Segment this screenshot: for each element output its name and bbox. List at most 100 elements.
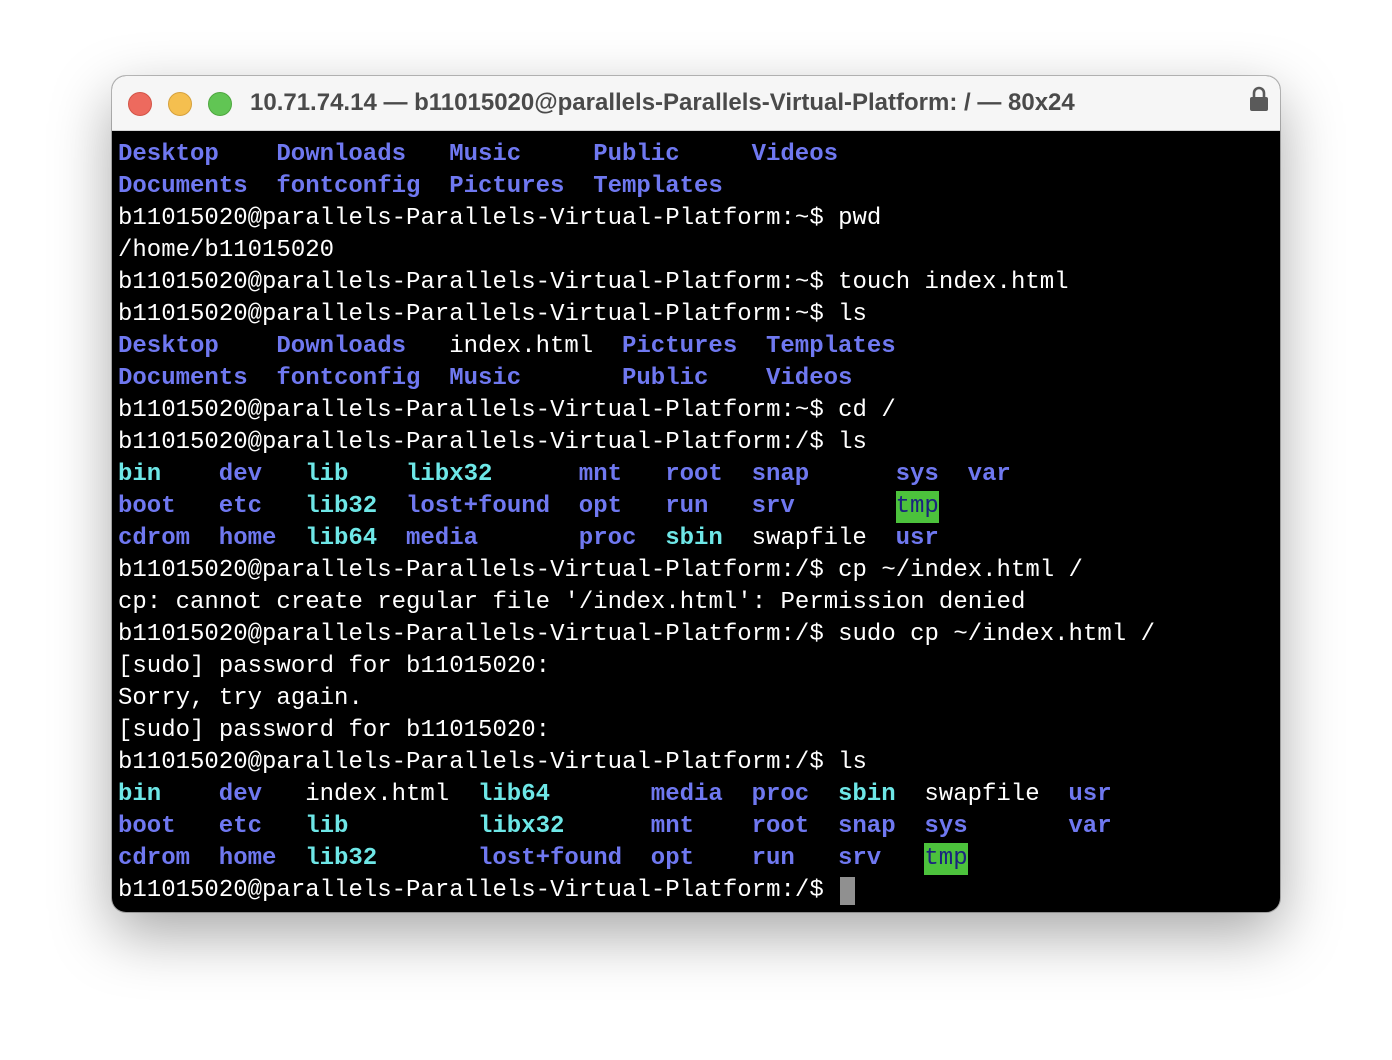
dir-entry: home: [218, 845, 277, 872]
dir-entry: boot: [118, 813, 176, 840]
dir-entry: snap: [751, 461, 810, 488]
dir-entry: sys: [924, 813, 968, 840]
dir-entry: Downloads: [276, 141, 407, 168]
dir-entry: Templates: [766, 333, 896, 360]
dir-entry: opt: [578, 493, 623, 520]
symlink-entry: lib: [305, 461, 349, 488]
dir-entry: media: [406, 525, 479, 552]
prompt-line: b11015020@parallels-Parallels-Virtual-Pl…: [118, 205, 882, 232]
dir-entry: boot: [118, 493, 176, 520]
dir-entry: Desktop: [118, 333, 219, 360]
shell-prompt: b11015020@parallels-Parallels-Virtual-Pl…: [118, 877, 839, 904]
symlink-entry: lib32: [305, 845, 378, 872]
dir-entry: Public: [593, 141, 680, 168]
dir-entry: dev: [218, 461, 263, 488]
current-prompt-line[interactable]: b11015020@parallels-Parallels-Virtual-Pl…: [118, 875, 1274, 907]
dir-entry: usr: [895, 525, 939, 552]
symlink-entry: bin: [118, 781, 162, 808]
sticky-dir-entry: tmp: [895, 491, 939, 523]
symlink-entry: bin: [118, 461, 162, 488]
prompt-line: b11015020@parallels-Parallels-Virtual-Pl…: [118, 301, 867, 328]
prompt-line: b11015020@parallels-Parallels-Virtual-Pl…: [118, 397, 896, 424]
symlink-entry: libx32: [406, 461, 493, 488]
dir-entry: Videos: [766, 365, 853, 392]
symlink-entry: sbin: [665, 525, 723, 552]
dir-entry: var: [967, 461, 1011, 488]
prompt-line: b11015020@parallels-Parallels-Virtual-Pl…: [118, 269, 1069, 296]
output-line: Sorry, try again.: [118, 685, 363, 712]
file-entry: index.html: [449, 333, 594, 360]
close-button[interactable]: [128, 92, 152, 116]
dir-entry: Videos: [751, 141, 839, 168]
dir-entry: dev: [218, 781, 263, 808]
symlink-entry: lib: [305, 813, 349, 840]
file-entry: swapfile: [751, 525, 867, 552]
output-line: cdrom home lib64 media proc sbin swapfil…: [118, 523, 1274, 555]
symlink-entry: lib64: [478, 781, 551, 808]
dir-entry: root: [665, 461, 723, 488]
terminal-window: 10.71.74.14 — b11015020@parallels-Parall…: [112, 76, 1280, 912]
output-line: bin dev lib libx32 mnt root snap sys var: [118, 459, 1274, 491]
output-line: Documents fontconfig Music Public Videos: [118, 363, 1274, 395]
prompt-line: b11015020@parallels-Parallels-Virtual-Pl…: [118, 429, 867, 456]
prompt-line: b11015020@parallels-Parallels-Virtual-Pl…: [118, 557, 1083, 584]
zoom-button[interactable]: [208, 92, 232, 116]
dir-entry: Public: [622, 365, 709, 392]
dir-entry: lost+found: [478, 845, 623, 872]
file-entry: index.html: [305, 781, 450, 808]
dir-entry: srv: [751, 493, 795, 520]
symlink-entry: lib32: [305, 493, 378, 520]
dir-entry: cdrom: [118, 845, 191, 872]
output-line: boot etc lib libx32 mnt root snap sys va…: [118, 811, 1274, 843]
output-line: Desktop Downloads Music Public Videos: [118, 139, 1274, 171]
symlink-entry: lib64: [305, 525, 378, 552]
dir-entry: usr: [1068, 781, 1112, 808]
prompt-line: b11015020@parallels-Parallels-Virtual-Pl…: [118, 621, 1155, 648]
dir-entry: Templates: [593, 173, 723, 200]
sudo-prompt-line: [sudo] password for b11015020:: [118, 653, 551, 680]
title-bar[interactable]: 10.71.74.14 — b11015020@parallels-Parall…: [112, 76, 1280, 131]
output-line: Documents fontconfig Pictures Templates: [118, 171, 1274, 203]
dir-entry: var: [1068, 813, 1112, 840]
dir-entry: proc: [751, 781, 810, 808]
output-line: boot etc lib32 lost+found opt run srv tm…: [118, 491, 1274, 523]
file-entry: swapfile: [924, 781, 1040, 808]
dir-entry: Pictures: [449, 173, 565, 200]
dir-entry: srv: [838, 845, 882, 872]
dir-entry: sys: [895, 461, 939, 488]
symlink-entry: sbin: [838, 781, 896, 808]
dir-entry: Desktop: [118, 141, 219, 168]
lock-icon: [1250, 86, 1268, 111]
dir-entry: Pictures: [622, 333, 738, 360]
dir-entry: Downloads: [276, 333, 407, 360]
dir-entry: lost+found: [406, 493, 551, 520]
dir-entry: cdrom: [118, 525, 191, 552]
sticky-dir-entry: tmp: [924, 843, 968, 875]
dir-entry: proc: [578, 525, 637, 552]
error-line: cp: cannot create regular file '/index.h…: [118, 589, 1026, 616]
dir-entry: etc: [218, 493, 263, 520]
dir-entry: mnt: [578, 461, 623, 488]
prompt-line: b11015020@parallels-Parallels-Virtual-Pl…: [118, 749, 867, 776]
dir-entry: Music: [449, 141, 522, 168]
dir-entry: mnt: [650, 813, 695, 840]
output-line: Desktop Downloads index.html Pictures Te…: [118, 331, 1274, 363]
output-line: /home/b11015020: [118, 237, 335, 264]
dir-entry: Documents: [118, 365, 248, 392]
dir-entry: etc: [218, 813, 263, 840]
dir-entry: Documents: [118, 173, 248, 200]
window-title: 10.71.74.14 — b11015020@parallels-Parall…: [250, 89, 1075, 116]
minimize-button[interactable]: [168, 92, 192, 116]
terminal-output[interactable]: Desktop Downloads Music Public Videos Do…: [118, 139, 1274, 907]
dir-entry: media: [650, 781, 723, 808]
dir-entry: fontconfig: [276, 173, 421, 200]
dir-entry: opt: [650, 845, 695, 872]
dir-entry: home: [218, 525, 277, 552]
dir-entry: run: [751, 845, 795, 872]
dir-entry: fontconfig: [276, 365, 421, 392]
output-line: bin dev index.html lib64 media proc sbin…: [118, 779, 1274, 811]
dir-entry: snap: [838, 813, 896, 840]
text-cursor: [840, 877, 855, 905]
symlink-entry: libx32: [478, 813, 565, 840]
output-line: cdrom home lib32 lost+found opt run srv …: [118, 843, 1274, 875]
